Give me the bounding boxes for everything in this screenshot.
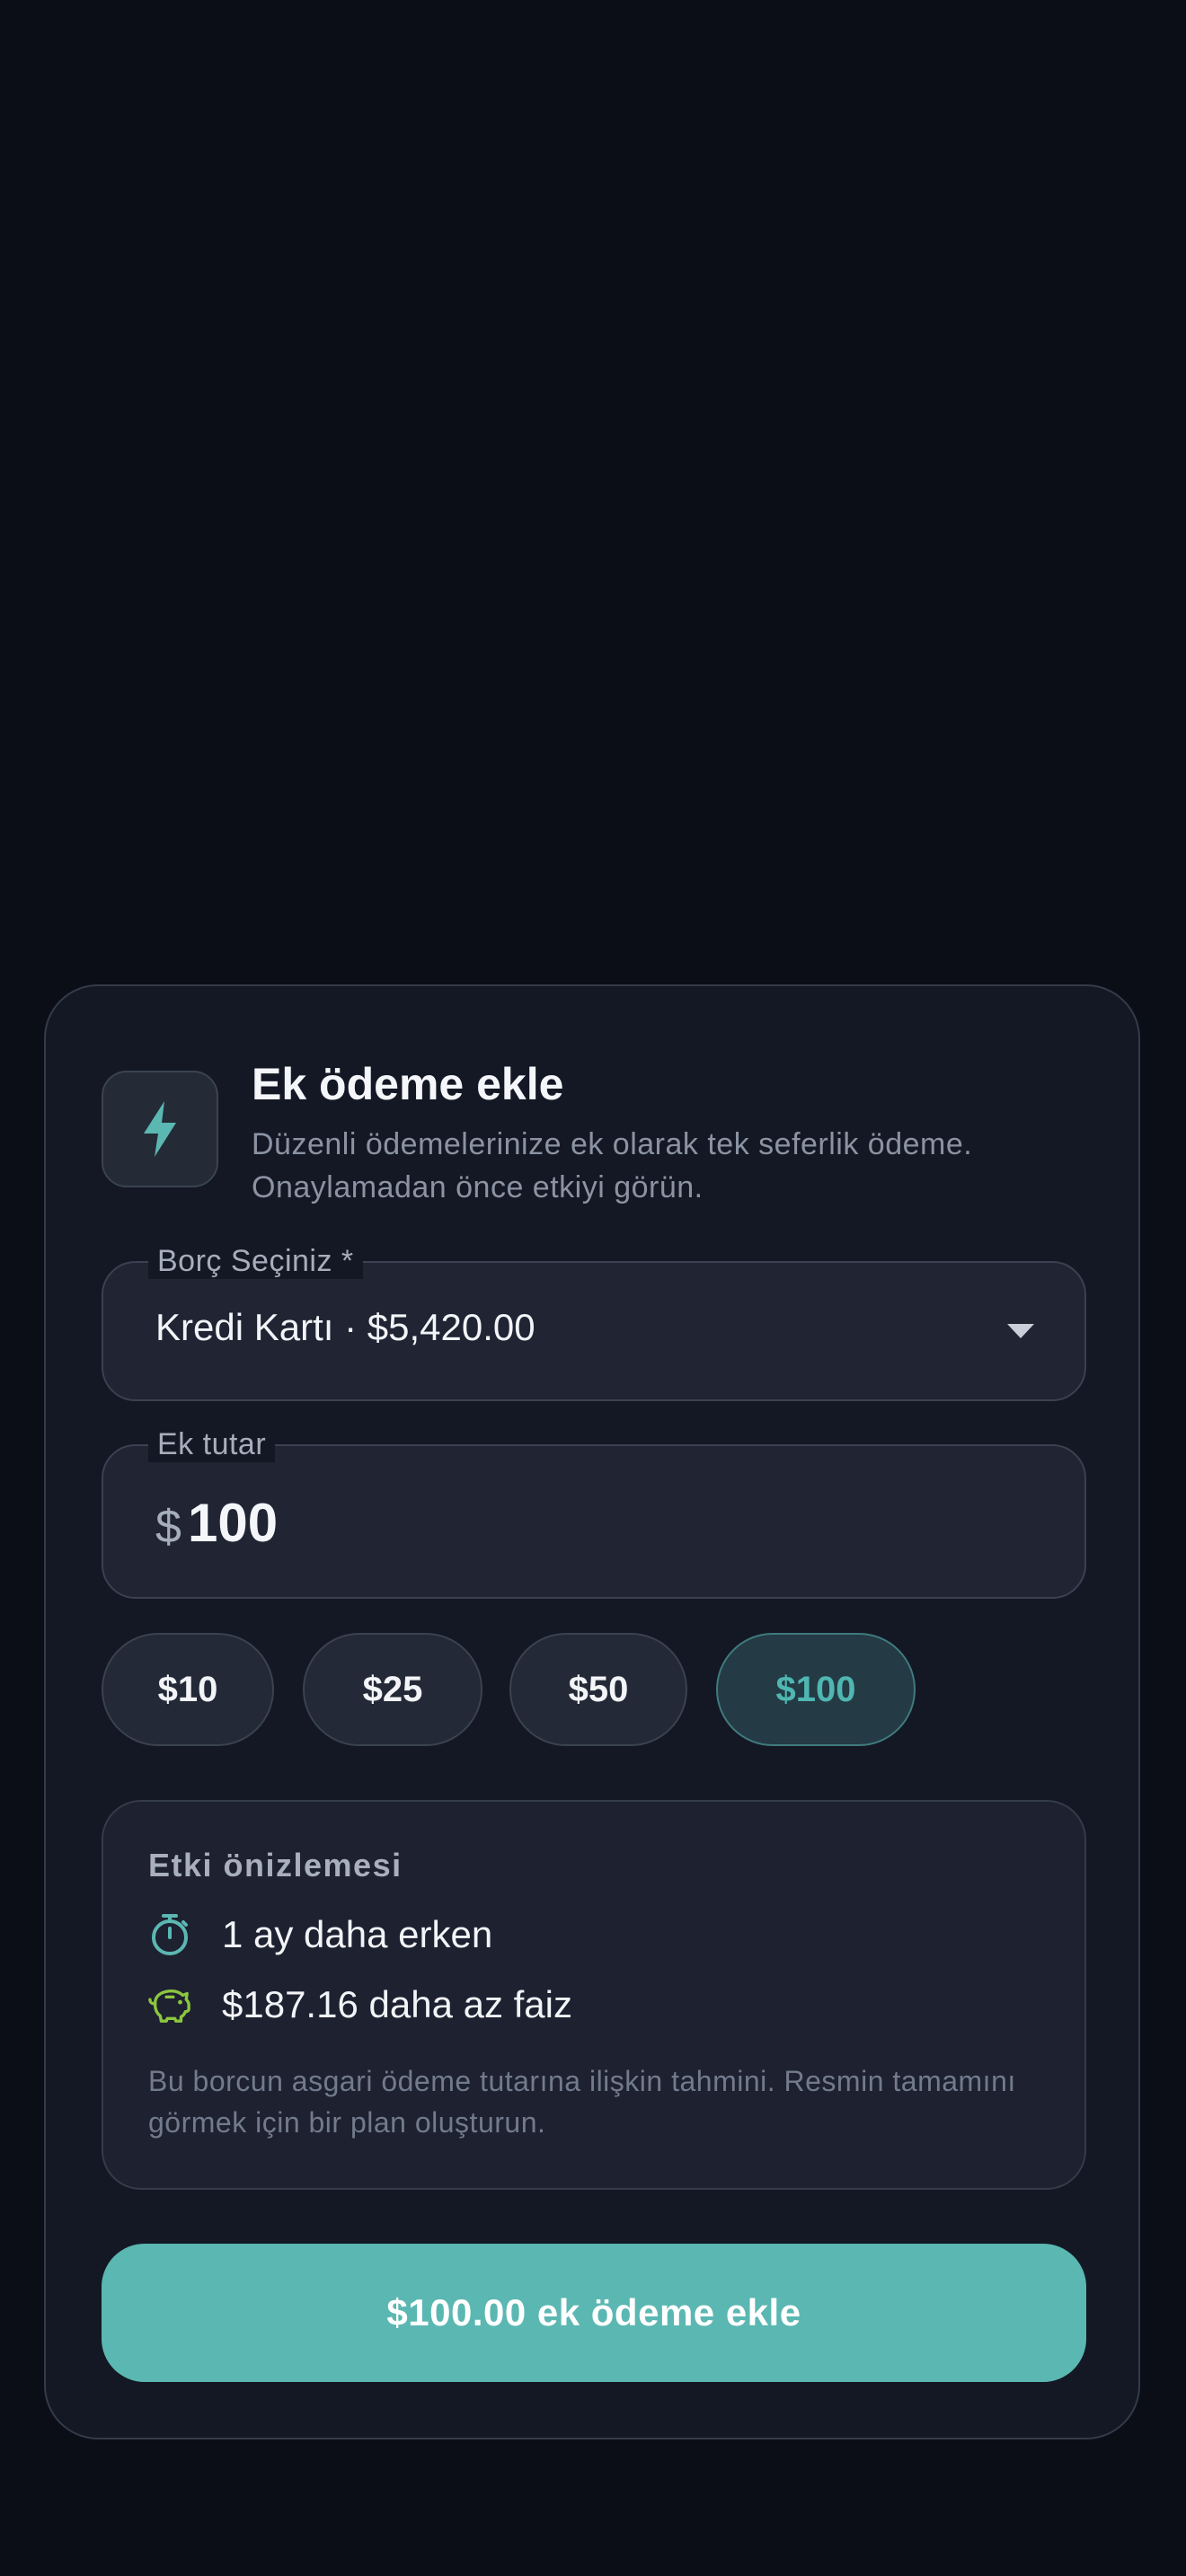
impact-time-text: 1 ay daha erken xyxy=(222,1913,493,1955)
currency-symbol: $ xyxy=(155,1501,181,1553)
debt-select-value: Kredi Kartı · $5,420.00 xyxy=(155,1306,535,1348)
impact-preview-title: Etki önizlemesi xyxy=(148,1847,403,1883)
impact-row-interest: $187.16 daha az faiz xyxy=(148,1983,572,2026)
quick-amount-chip-10[interactable]: $10 xyxy=(102,1633,274,1746)
quick-amount-chip-50[interactable]: $50 xyxy=(509,1633,687,1746)
sheet-subtitle: Düzenli ödemelerinize ek olarak tek sefe… xyxy=(252,1127,973,1204)
quick-amount-chip-100[interactable]: $100 xyxy=(716,1633,916,1746)
debt-select-label: Borç Seçiniz * xyxy=(148,1243,363,1279)
piggy-bank-icon xyxy=(148,1983,191,2026)
caret-down-icon xyxy=(1007,1324,1034,1338)
extra-payment-sheet: Ek ödeme ekle Düzenli ödemelerinize ek o… xyxy=(44,984,1140,2439)
impact-note: Bu borcun asgari ödeme tutarına ilişkin … xyxy=(148,2065,1016,2139)
lightning-bolt-icon xyxy=(102,1071,218,1187)
add-extra-payment-button[interactable]: $100.00 ek ödeme ekle xyxy=(102,2244,1086,2382)
impact-preview: Etki önizlemesi 1 ay daha erken $187.16 … xyxy=(102,1800,1086,2190)
extra-amount-label: Ek tutar xyxy=(148,1426,276,1462)
quick-amount-chip-25[interactable]: $25 xyxy=(303,1633,482,1746)
extra-amount-field[interactable]: Ek tutar $ xyxy=(102,1426,1086,1599)
impact-interest-text: $187.16 daha az faiz xyxy=(222,1983,572,2025)
stopwatch-icon xyxy=(148,1913,191,1956)
sheet-title: Ek ödeme ekle xyxy=(252,1059,564,1109)
extra-amount-input[interactable] xyxy=(188,1484,727,1561)
debt-select[interactable]: Borç Seçiniz * Kredi Kartı · $5,420.00 xyxy=(102,1243,1086,1401)
impact-row-time: 1 ay daha erken xyxy=(148,1913,492,1956)
